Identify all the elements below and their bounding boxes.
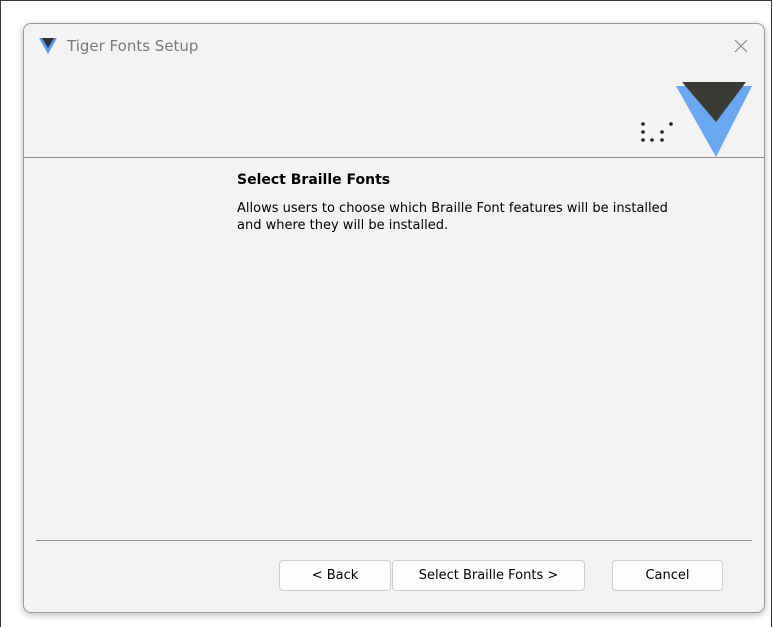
- frame-edge-top: [0, 0, 772, 1]
- frame-edge-right: [771, 0, 772, 627]
- tiger-logo-icon: [39, 38, 57, 54]
- banner-divider: [24, 157, 764, 158]
- title-bar[interactable]: Tiger Fonts Setup: [24, 24, 764, 70]
- close-button[interactable]: [726, 32, 756, 60]
- close-icon: [734, 39, 748, 53]
- screen: Tiger Fonts Setup Select Braille Fonts A…: [0, 0, 773, 627]
- page-title: Select Braille Fonts: [237, 172, 391, 188]
- setup-window: Tiger Fonts Setup Select Braille Fonts A…: [23, 23, 765, 613]
- cancel-button[interactable]: Cancel: [612, 560, 723, 591]
- braille-dots-icon: [641, 122, 673, 142]
- page-description: Allows users to choose which Braille Fon…: [237, 201, 668, 233]
- header-banner: [24, 70, 764, 158]
- next-button[interactable]: Select Braille Fonts >: [392, 560, 585, 591]
- frame-edge-left: [0, 0, 1, 627]
- tiger-brand-logo: [676, 82, 752, 157]
- window-title: Tiger Fonts Setup: [67, 37, 199, 55]
- back-button[interactable]: < Back: [279, 560, 391, 591]
- footer-divider: [36, 540, 752, 541]
